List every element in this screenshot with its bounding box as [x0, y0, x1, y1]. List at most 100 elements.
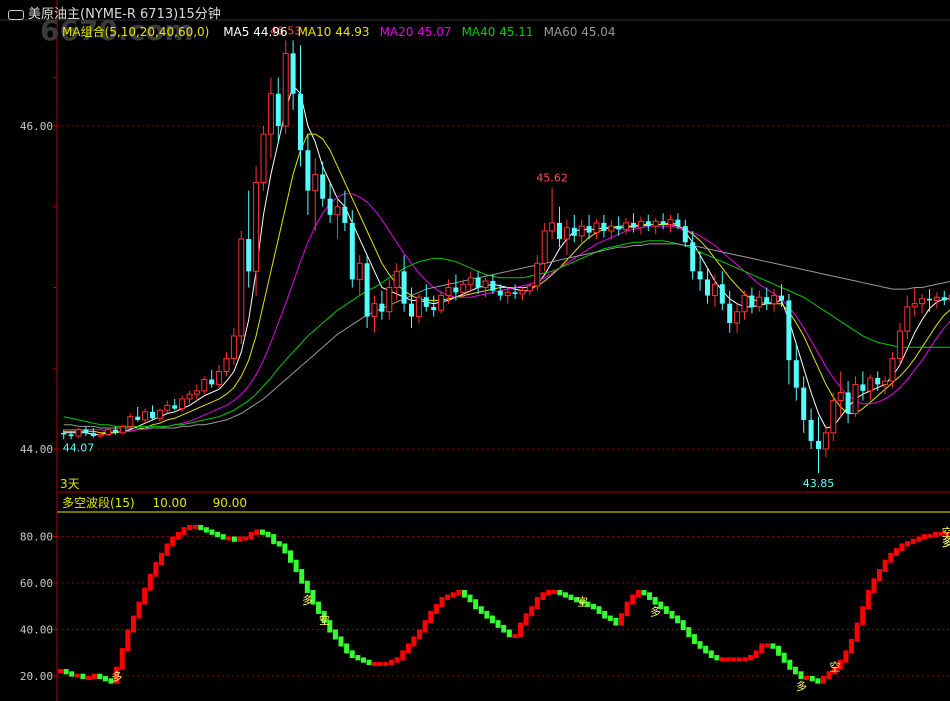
candle-body-up — [911, 303, 918, 308]
candle-body-up — [882, 380, 889, 385]
indicator-bar-down — [495, 620, 501, 628]
indicator-bar-down — [787, 659, 793, 670]
indicator-bar-up — [865, 589, 871, 610]
candle-body-up — [852, 383, 859, 414]
indicator-name[interactable]: 多空波段(15) — [62, 496, 135, 510]
indicator-bar-up — [422, 620, 428, 633]
indicator-bar-up — [74, 673, 80, 678]
candle-body-down — [209, 379, 215, 385]
indicator-bar-up — [860, 606, 866, 626]
indicator-bar-up — [400, 650, 406, 661]
ma-legend-item-ma60[interactable]: MA60 45.04 — [544, 25, 616, 39]
indicator-bar-down — [568, 594, 574, 600]
ma-legend-item-ma20[interactable]: MA20 45.07 — [380, 25, 452, 39]
candle-body-up — [253, 182, 260, 272]
indicator-bar-down — [590, 603, 596, 610]
indicator-bar-down — [652, 596, 658, 605]
indicator-bar-down — [815, 678, 821, 684]
indicator-bar-down — [69, 671, 75, 677]
ma-legend-item-ma5[interactable]: MA5 44.96 — [223, 25, 287, 39]
indicator-bar-up — [921, 534, 927, 540]
candle-body-up — [193, 390, 200, 395]
candle-body-down — [697, 271, 703, 280]
indicator-bar-up — [125, 629, 131, 652]
candle-body-down — [675, 219, 681, 227]
window-toggle-icon[interactable] — [8, 9, 24, 20]
candle-body-up — [771, 295, 778, 305]
candle-body-down — [364, 263, 370, 317]
indicator-bar-up — [719, 657, 725, 662]
candle-body-down — [475, 277, 481, 288]
indicator-tick-label: 60.00 — [20, 577, 53, 590]
candle-body-up — [164, 404, 171, 411]
indicator-bar-down — [467, 594, 473, 603]
candle-body-down — [342, 206, 348, 223]
indicator-bar-down — [209, 529, 215, 535]
indicator-bar-down — [613, 617, 619, 626]
indicator-bar-down — [669, 610, 675, 619]
indicator-bar-up — [624, 601, 630, 617]
indicator-bar-up — [551, 589, 557, 594]
candle-body-up — [919, 298, 926, 305]
candle-body-down — [320, 174, 326, 199]
candle-body-down — [779, 295, 784, 301]
ma-group-label[interactable]: MA组合(5,10,20,40,60,0) — [62, 25, 209, 39]
candle-body-up — [460, 283, 467, 293]
candle-body-up — [75, 429, 82, 437]
indicator-bar-up — [428, 610, 434, 624]
candle-body-down — [90, 432, 96, 437]
indicator-bar-up — [764, 643, 770, 648]
indicator-bar-up — [394, 657, 400, 663]
indicator-bar-up — [736, 657, 742, 662]
indicator-bar-up — [181, 527, 187, 535]
candle-body-down — [61, 432, 67, 435]
indicator-bar-up — [175, 531, 181, 540]
candle-body-up — [734, 311, 741, 324]
candle-body-up — [201, 379, 208, 392]
candle-body-down — [705, 279, 710, 296]
indicator-bar-up — [226, 536, 232, 541]
candle-body-up — [830, 400, 837, 434]
indicator-bar-up — [445, 594, 451, 600]
candle-body-down — [431, 306, 437, 311]
candle-body-down — [749, 295, 755, 307]
indicator-bar-up — [871, 578, 877, 593]
indicator-bar-up — [248, 531, 254, 540]
candle-body-down — [290, 53, 296, 94]
indicator-bar-down — [675, 615, 681, 624]
indicator-bar-up — [725, 657, 731, 662]
candle-body-up — [608, 225, 615, 232]
candle-body-up — [526, 285, 533, 292]
candle-body-up — [652, 220, 659, 227]
candle-body-down — [860, 384, 866, 391]
candle-body-up — [312, 173, 319, 192]
indicator-bar-up — [130, 615, 136, 633]
indicator-bar-up — [119, 648, 125, 670]
indicator-bar-down — [686, 627, 692, 638]
indicator-bar-down — [198, 524, 204, 531]
indicator-bar-down — [484, 610, 490, 619]
candle-body-up — [223, 358, 230, 372]
indicator-bar-up — [534, 596, 540, 610]
candle-body-up — [156, 409, 163, 419]
candle-body-down — [305, 150, 311, 191]
price-tick-label: 46.00 — [20, 120, 53, 133]
indicator-bar-down — [316, 601, 322, 614]
candle-body-up — [889, 358, 896, 382]
ma-legend-item-ma10[interactable]: MA10 44.93 — [298, 25, 370, 39]
indicator-bar-down — [641, 589, 647, 596]
candle-body-up — [216, 370, 223, 385]
indicator-bar-down — [80, 673, 86, 679]
candle-body-down — [660, 221, 666, 225]
candle-body-down — [682, 226, 688, 243]
indicator-bar-down — [602, 610, 608, 619]
indicator-bar-down — [708, 650, 714, 659]
candle-body-up — [186, 393, 193, 400]
indicator-bar-down — [271, 534, 277, 545]
candle-body-down — [808, 419, 814, 441]
ma-legend-item-ma40[interactable]: MA40 45.11 — [462, 25, 534, 39]
indicator-tick-label: 20.00 — [20, 670, 53, 683]
indicator-bar-up — [635, 589, 641, 598]
candle-body-up — [386, 287, 393, 313]
indicator-bars[interactable] — [58, 524, 950, 684]
